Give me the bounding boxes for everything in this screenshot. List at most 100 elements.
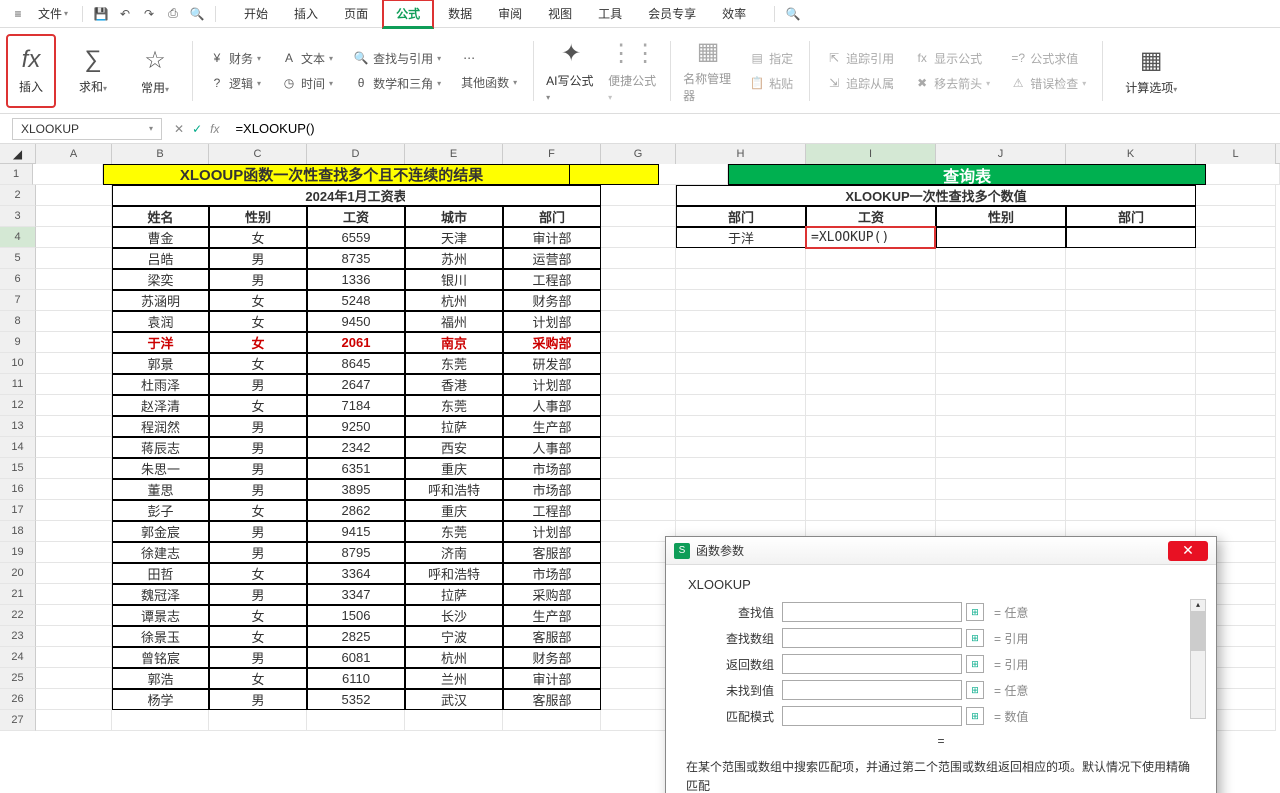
cell[interactable]: 杭州 [405,290,503,311]
cell[interactable]: 女 [209,626,307,647]
col-header[interactable]: B [112,144,209,164]
cell[interactable] [307,710,405,731]
cell[interactable]: 香港 [405,374,503,395]
tab-review[interactable]: 审阅 [486,1,534,26]
cell[interactable] [1066,311,1196,332]
cell[interactable] [1196,185,1276,206]
cell[interactable]: 袁润 [112,311,209,332]
error-check-button[interactable]: ⚠错误检查▾ [1006,73,1090,94]
cell[interactable]: 计划部 [503,374,601,395]
cell[interactable]: 东莞 [405,395,503,416]
cell[interactable] [806,269,936,290]
cell[interactable] [1196,458,1276,479]
cell[interactable]: 拉萨 [405,416,503,437]
select-all-corner[interactable]: ◢ [0,144,36,163]
cell[interactable]: 2024年1月工资表 [307,185,405,206]
name-manager-button[interactable]: ▦ 名称管理器 [683,34,733,108]
undo-icon[interactable]: ↶ [115,4,135,24]
col-header[interactable]: K [1066,144,1196,164]
cell[interactable]: 女 [209,332,307,353]
logic-button[interactable]: ?逻辑▾ [205,73,265,94]
cell[interactable]: 2862 [307,500,405,521]
cell[interactable] [676,479,806,500]
cell[interactable] [1066,437,1196,458]
tab-insert[interactable]: 插入 [282,1,330,26]
cell[interactable]: 2647 [307,374,405,395]
cell[interactable] [1066,374,1196,395]
row-header[interactable]: 17 [0,500,36,521]
cell[interactable]: 部门 [1066,206,1196,227]
cell[interactable]: 东莞 [405,353,503,374]
row-header[interactable]: 27 [0,710,36,731]
cell[interactable] [209,710,307,731]
cell[interactable]: 9415 [307,521,405,542]
row-header[interactable]: 14 [0,437,36,458]
cell[interactable]: 魏冠泽 [112,584,209,605]
row-header[interactable]: 2 [0,185,36,206]
cell[interactable]: 3347 [307,584,405,605]
cell[interactable]: 田哲 [112,563,209,584]
cell[interactable]: 8795 [307,542,405,563]
param-input[interactable] [782,680,962,700]
range-select-icon[interactable]: ⊞ [966,603,984,621]
cell[interactable] [36,605,112,626]
row-header[interactable]: 8 [0,311,36,332]
cell[interactable]: 男 [209,584,307,605]
range-select-icon[interactable]: ⊞ [966,655,984,673]
cell[interactable] [601,458,676,479]
cell[interactable]: 2061 [307,332,405,353]
cell[interactable] [601,269,676,290]
cell[interactable]: 6081 [307,647,405,668]
cell[interactable]: 市场部 [503,458,601,479]
search-icon[interactable]: 🔍 [783,4,803,24]
col-header[interactable]: D [307,144,405,164]
row-header[interactable]: 16 [0,479,36,500]
cell[interactable] [806,290,936,311]
cell[interactable]: 采购部 [503,584,601,605]
cell[interactable] [1196,500,1276,521]
cell[interactable] [601,248,676,269]
tab-data[interactable]: 数据 [436,1,484,26]
col-header[interactable]: C [209,144,307,164]
cell[interactable]: 重庆 [405,500,503,521]
cell[interactable] [1196,206,1276,227]
cell[interactable]: 性别 [936,206,1066,227]
cell[interactable]: 1336 [307,269,405,290]
cell[interactable] [936,311,1066,332]
row-header[interactable]: 21 [0,584,36,605]
cell[interactable]: 9250 [307,416,405,437]
cell[interactable] [36,227,112,248]
assign-button[interactable]: ▤指定 [745,48,797,69]
range-select-icon[interactable]: ⊞ [966,629,984,647]
cell[interactable]: 人事部 [503,395,601,416]
cell[interactable] [36,500,112,521]
cell[interactable] [601,395,676,416]
cell[interactable] [1066,185,1196,206]
cell[interactable] [569,164,659,185]
cell[interactable] [676,332,806,353]
cell[interactable]: 部门 [676,206,806,227]
cell[interactable] [1196,269,1276,290]
cell[interactable] [36,584,112,605]
cell[interactable] [36,395,112,416]
cell[interactable]: 济南 [405,542,503,563]
col-header[interactable]: I [806,144,936,164]
cell[interactable] [676,290,806,311]
cell[interactable] [601,311,676,332]
move-arrow-button[interactable]: ✖移去箭头▾ [910,73,994,94]
name-box[interactable]: XLOOKUP▾ [12,118,162,140]
cell[interactable] [1066,269,1196,290]
cell[interactable]: 3364 [307,563,405,584]
cell[interactable] [806,437,936,458]
cell[interactable] [1196,479,1276,500]
cell[interactable]: 谭景志 [112,605,209,626]
cell[interactable]: 工程部 [503,500,601,521]
cell[interactable]: 计划部 [503,311,601,332]
cell[interactable]: 董思 [112,479,209,500]
cell[interactable] [676,311,806,332]
cell[interactable] [806,248,936,269]
cell[interactable] [36,311,112,332]
cell[interactable] [36,353,112,374]
cell[interactable]: 查询表 [848,164,1087,185]
dialog-scrollbar[interactable]: ▴ [1190,599,1206,719]
